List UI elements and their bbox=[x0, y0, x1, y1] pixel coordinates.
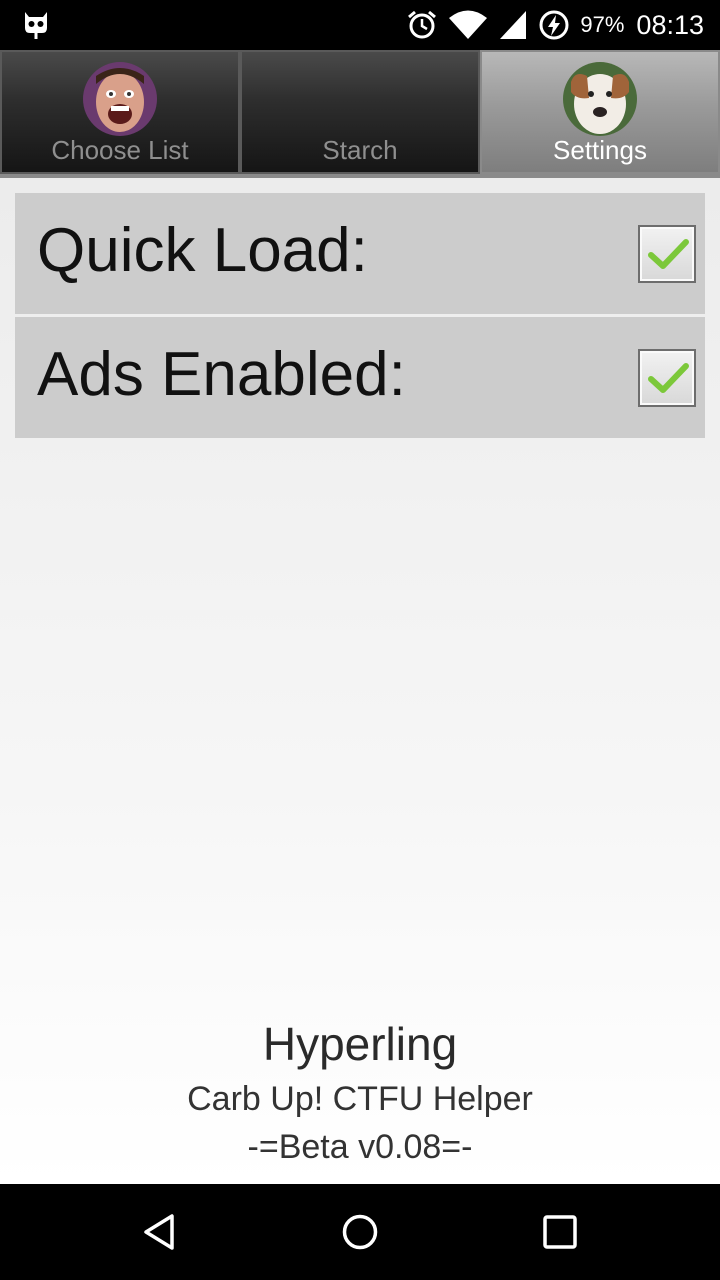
footer-subtitle: Carb Up! CTFU Helper bbox=[187, 1080, 533, 1118]
checkmark-icon bbox=[648, 239, 689, 269]
navigation-bar bbox=[0, 1184, 720, 1280]
footer: Hyperling Carb Up! CTFU Helper -=Beta v0… bbox=[0, 1014, 720, 1170]
clock: 08:13 bbox=[636, 9, 704, 40]
home-icon[interactable] bbox=[340, 1212, 380, 1252]
tab-bar: Choose List Starch Settings bbox=[0, 50, 720, 174]
setting-row-quick-load[interactable]: Quick Load: bbox=[15, 193, 705, 314]
tab-label: Choose List bbox=[51, 135, 189, 165]
dog-avatar bbox=[563, 62, 637, 136]
setting-label: Quick Load: bbox=[37, 216, 368, 285]
status-bar: 97% 08:13 bbox=[0, 0, 720, 50]
setting-label: Ads Enabled: bbox=[37, 340, 406, 409]
wifi-icon bbox=[449, 10, 488, 39]
alarm-icon bbox=[408, 10, 437, 39]
back-icon[interactable] bbox=[140, 1212, 180, 1252]
tab-starch[interactable]: Starch bbox=[240, 50, 480, 174]
ads-enabled-checkbox[interactable] bbox=[638, 349, 696, 407]
battery-charging-icon bbox=[539, 10, 569, 40]
footer-version: -=Beta v0.08=- bbox=[247, 1128, 473, 1166]
face-avatar bbox=[83, 62, 157, 136]
setting-row-ads-enabled[interactable]: Ads Enabled: bbox=[15, 317, 705, 438]
battery-percent: 97% bbox=[580, 12, 625, 37]
tab-label: Settings bbox=[553, 135, 647, 165]
tab-label: Starch bbox=[322, 135, 398, 165]
tab-choose-list[interactable]: Choose List bbox=[0, 50, 240, 174]
quick-load-checkbox[interactable] bbox=[638, 225, 696, 283]
signal-icon bbox=[500, 11, 527, 39]
checkmark-icon bbox=[648, 363, 689, 393]
tab-settings[interactable]: Settings bbox=[480, 50, 720, 174]
footer-title: Hyperling bbox=[262, 1018, 458, 1070]
recents-icon[interactable] bbox=[540, 1212, 580, 1252]
settings-panel: Quick Load: Ads Enabled: Hyperling Carb … bbox=[0, 178, 720, 1184]
cyanogen-robot-icon bbox=[25, 12, 47, 39]
